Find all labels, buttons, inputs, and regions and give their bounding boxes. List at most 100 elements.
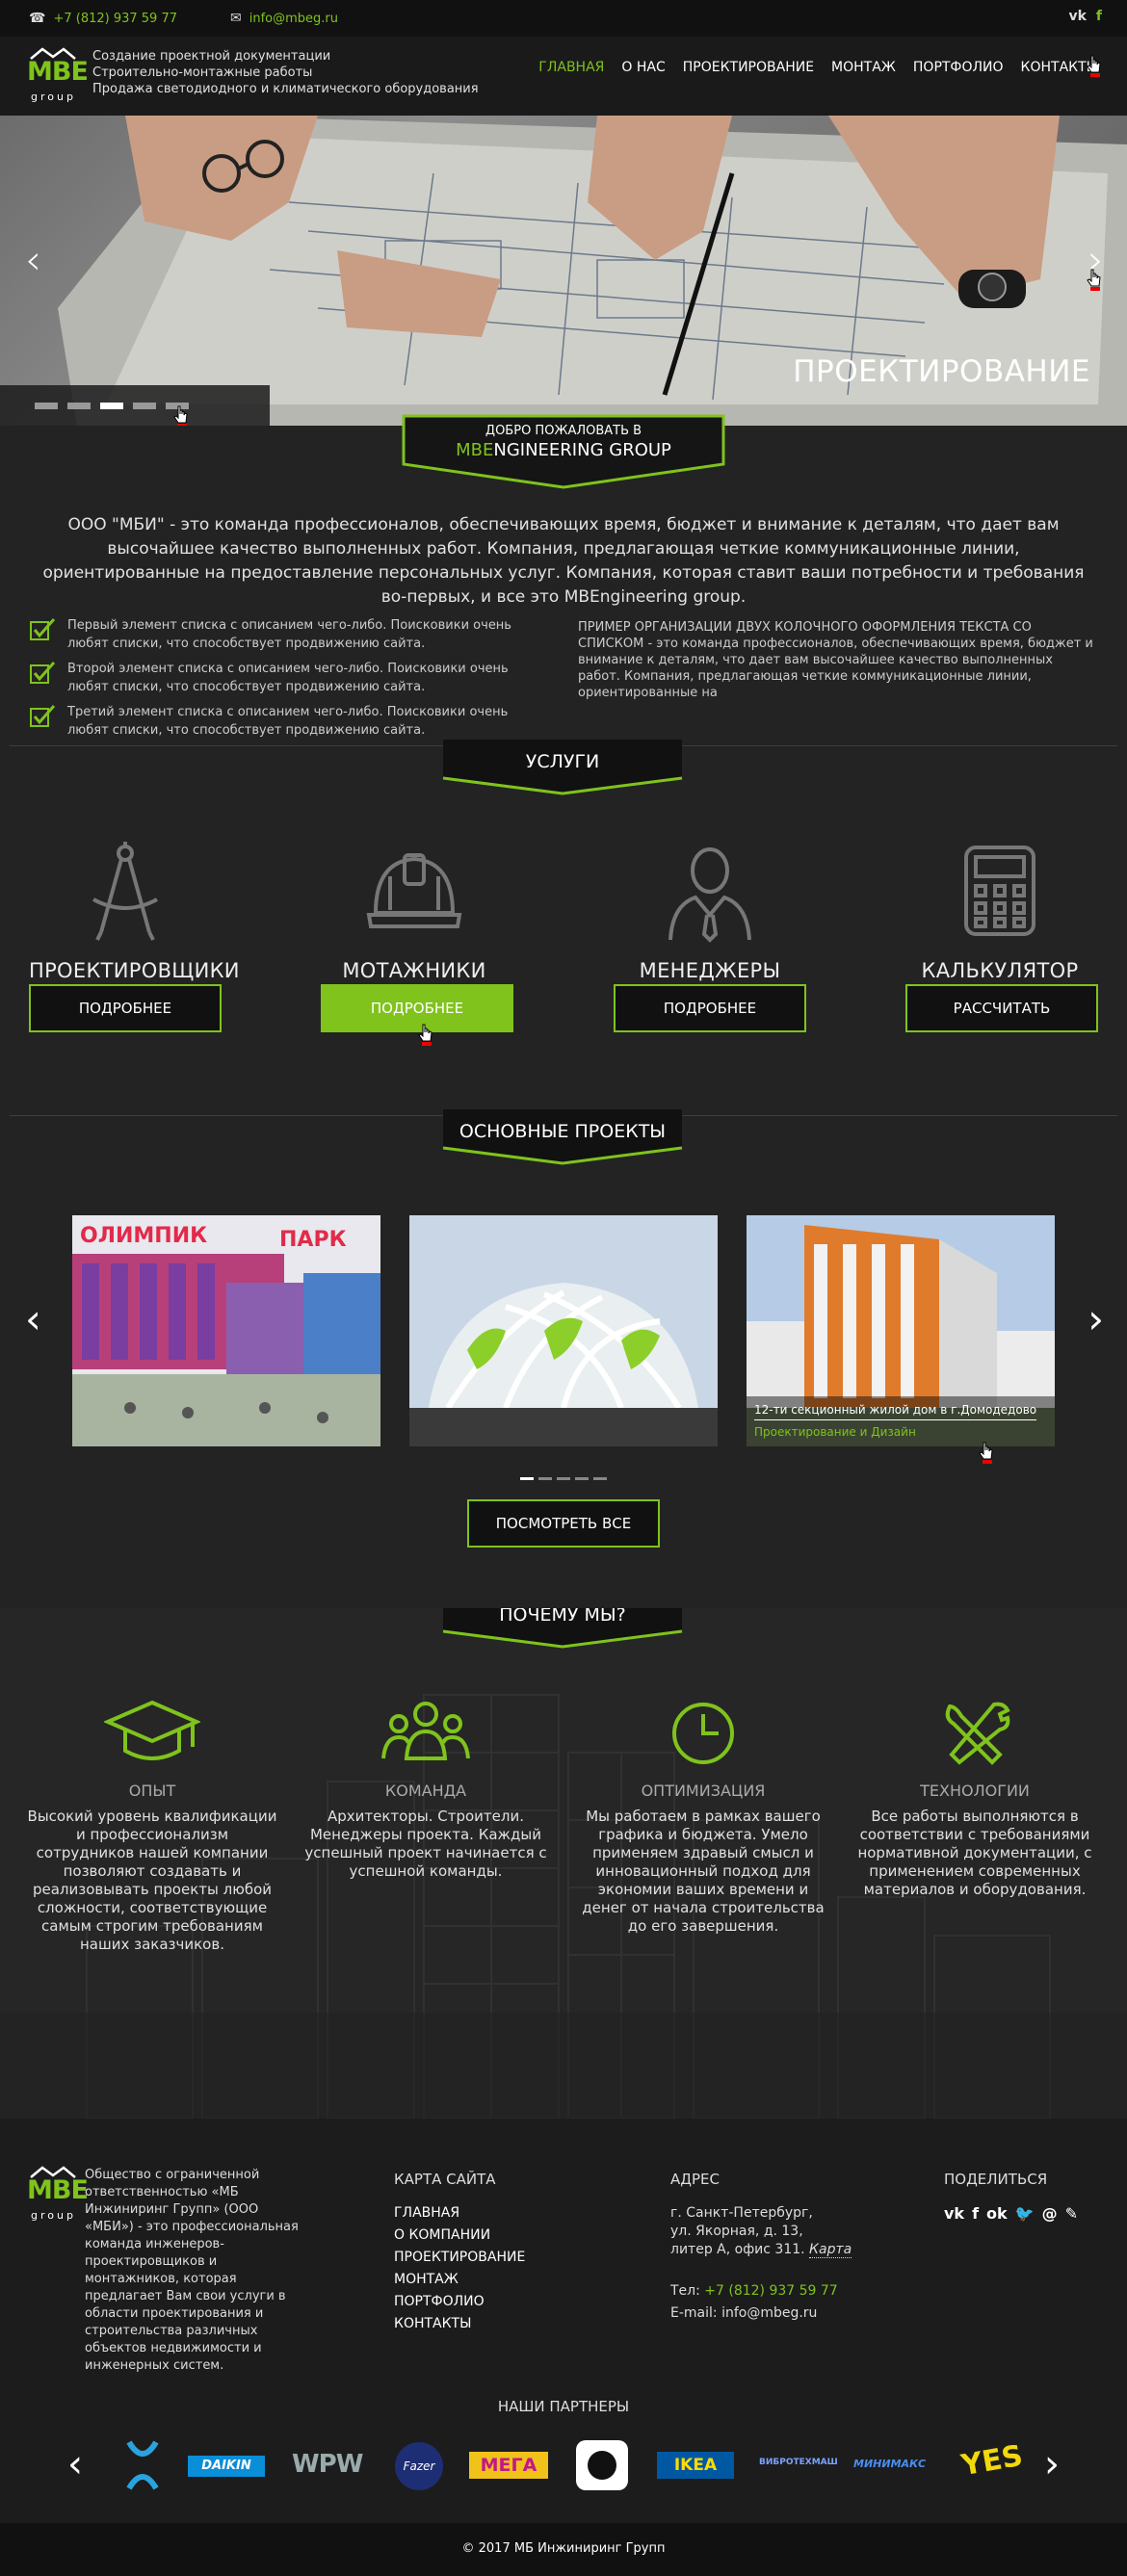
service-name: ПРОЕКТИРОВЩИКИ [29,959,240,982]
why-title: ПОЧЕМУ МЫ? [499,1608,626,1626]
partner-logo-fazer: Fazer [395,2442,443,2490]
hero-slider: ‹ › ПРОЕКТИРОВАНИЕ [0,116,1127,426]
tagline-line: Продажа светодиодного и климатического о… [92,82,479,96]
calculate-button[interactable]: РАССЧИТАТЬ [905,984,1098,1032]
project-caption-sub: Проектирование и Дизайн [754,1425,916,1439]
slide-dot[interactable] [538,1477,552,1480]
nav-install[interactable]: МОНТАЖ [831,60,896,75]
address-line: ул. Якорная, д. 13, [670,2224,803,2239]
pointer-cursor-icon [173,405,188,426]
vk-icon[interactable]: vk [944,2204,964,2223]
list-item: Первый элемент списка с описанием чего-л… [29,616,549,653]
graduation-cap-icon [102,1700,202,1760]
service-card: ПРОЕКТИРОВЩИКИ [29,838,240,982]
project-card[interactable]: 12-ти секционный жилой дом в г.Домодедов… [747,1215,1055,1446]
feature-title: ОПЫТ [128,1782,176,1800]
partners-next-arrow[interactable]: › [1044,2442,1060,2486]
mail-icon[interactable]: @ [1042,2204,1058,2223]
partners-carousel: ‹ › DAIKIN WPW Fazer МЕГА IKEA ВИБРОТЕХМ… [67,2438,1060,2492]
hero-title: ПРОЕКТИРОВАНИЕ [793,354,1090,389]
share-icons: vk f ok 🐦 @ ✎ [944,2204,1078,2223]
twitter-icon[interactable]: 🐦 [1015,2204,1035,2223]
slide-dot-active[interactable] [520,1477,534,1480]
sitemap-link[interactable]: МОНТАЖ [394,2271,525,2289]
service-name: МЕНЕДЖЕРЫ [639,959,781,982]
logo-sub: group [31,2209,76,2222]
vk-icon[interactable]: vk [1068,9,1086,24]
logo[interactable]: MBE group [27,46,89,110]
nav-portfolio[interactable]: ПОРТФОЛИО [913,60,1004,75]
facebook-icon[interactable]: f [1096,9,1102,24]
pin-icon[interactable]: ✎ [1065,2204,1078,2223]
nav-about[interactable]: О НАС [621,60,665,75]
project-image-mall: ОЛИМПИК ПАРК [72,1215,380,1446]
service-card: КАЛЬКУЛЯТОР [904,838,1096,982]
project-image-pavilion [409,1215,718,1446]
projects-next-arrow[interactable]: › [1088,1295,1104,1342]
logo-sub: group [31,91,76,103]
email-contact[interactable]: ✉ info@mbeg.ru [230,11,338,26]
project-caption-title: 12-ти секционный жилой дом в г.Домодедов… [754,1403,1037,1420]
partner-logo-x [126,2440,159,2490]
project-caption: 12-ти секционный жилой дом в г.Домодедов… [754,1403,1037,1439]
projects-prev-arrow[interactable]: ‹ [25,1295,41,1342]
hero-prev-arrow[interactable]: ‹ [25,236,41,283]
tagline-line: Строительно-монтажные работы [92,65,313,80]
odnoklassniki-icon[interactable]: ok [986,2204,1008,2223]
slide-dot[interactable] [133,403,156,409]
partners-prev-arrow[interactable]: ‹ [67,2442,83,2486]
projects-pagination [520,1477,607,1480]
services-title: УСЛУГИ [525,751,600,772]
project-card[interactable] [409,1215,718,1446]
list-item: Второй элемент списка с описанием чего-л… [29,660,549,696]
slide-dot[interactable] [35,403,58,409]
sitemap-link[interactable]: О КОМПАНИИ [394,2226,525,2245]
feature-title: ОПТИМИЗАЦИЯ [641,1782,766,1800]
slide-dot[interactable] [67,403,91,409]
facebook-icon[interactable]: f [972,2204,979,2223]
map-link[interactable]: Карта [809,2242,852,2258]
mall-sign-left: ОЛИМПИК [80,1224,207,1248]
partner-logo-mega: МЕГА [469,2452,548,2479]
partner-logo-camera [576,2440,628,2490]
sitemap-link[interactable]: ПРОЕКТИРОВАНИЕ [394,2249,525,2267]
more-button[interactable]: ПОДРОБНЕЕ [29,984,222,1032]
top-social: vk f [1068,9,1102,24]
nav-home[interactable]: ГЛАВНАЯ [538,60,604,75]
more-button[interactable]: ПОДРОБНЕЕ [321,984,513,1032]
footer-share: ПОДЕЛИТЬСЯ vk f ok 🐦 @ ✎ [944,2171,1078,2223]
feature-card: ТЕХНОЛОГИИ Все работы выполняются в соот… [850,1695,1100,1899]
footer-address: АДРЕС г. Санкт-Петербург, ул. Якорная, д… [670,2171,852,2323]
feature-title: КОМАНДА [384,1782,467,1800]
phone-text: +7 (812) 937 59 77 [53,11,177,26]
footer-logo[interactable]: MBE group [27,2165,89,2228]
more-button[interactable]: ПОДРОБНЕЕ [614,984,806,1032]
check-icon [30,618,56,640]
project-card[interactable]: ОЛИМПИК ПАРК [72,1215,380,1446]
view-all-button[interactable]: ПОСМОТРЕТЬ ВСЕ [467,1499,660,1548]
feature-text: Мы работаем в рамках вашего графика и бю… [582,1808,825,1935]
sitemap-link[interactable]: ГЛАВНАЯ [394,2204,525,2223]
two-column-text: ПРИМЕР ОРГАНИЗАЦИИ ДВУХ КОЛОЧНОГО ОФОРМЛ… [578,620,1093,700]
page: ☎ +7 (812) 937 59 77 ✉ info@mbeg.ru vk f M… [0,0,1127,2576]
why-section: ПОЧЕМУ МЫ? ОПЫТ Высокий уровень квалифик… [0,1608,1127,2119]
feature-card: ОПТИМИЗАЦИЯ Мы работаем в рамках вашего … [578,1695,828,1936]
feature-title: ТЕХНОЛОГИИ [920,1782,1030,1800]
sitemap-link[interactable]: КОНТАКТЫ [394,2315,525,2333]
list-item: Третий элемент списка с описанием чего-л… [29,703,549,740]
sitemap-link[interactable]: ПОРТФОЛИО [394,2293,525,2311]
slide-dot[interactable] [593,1477,607,1480]
phone-contact[interactable]: ☎ +7 (812) 937 59 77 [29,11,177,26]
footer-email-link[interactable]: info@mbeg.ru [721,2305,817,2321]
slide-dot[interactable] [557,1477,570,1480]
slide-dot[interactable] [575,1477,589,1480]
slide-dot-active[interactable] [100,403,123,409]
nav-design[interactable]: ПРОЕКТИРОВАНИЕ [683,60,814,75]
welcome-line1: ДОБРО ПОЖАЛОВАТЬ В [485,424,642,438]
partner-logo-yes: YES [958,2438,1026,2484]
footer-phone-link[interactable]: +7 (812) 937 59 77 [704,2283,837,2299]
compass-icon [92,842,158,941]
address-title: АДРЕС [670,2171,720,2188]
list-item-text: Второй элемент списка с описанием чего-л… [67,662,509,694]
list-item-text: Третий элемент списка с описанием чего-л… [67,705,509,738]
